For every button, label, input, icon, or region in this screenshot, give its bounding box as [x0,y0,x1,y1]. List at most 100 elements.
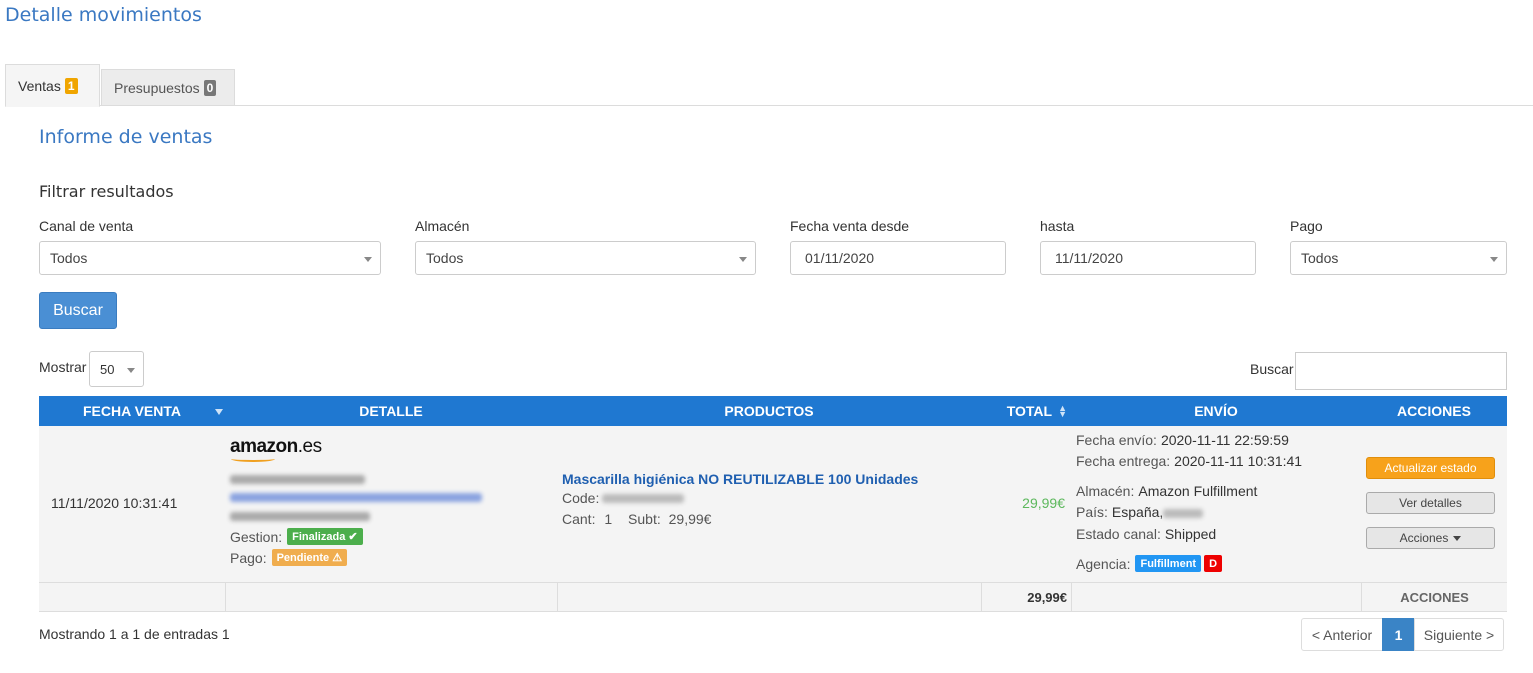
pager-current[interactable]: 1 [1382,618,1415,651]
buscar-button[interactable]: Buscar [39,292,117,329]
redacted-order-id [230,475,365,484]
tf-cell-empty [225,583,557,612]
almacen-info-value: Amazon Fulfillment [1138,483,1258,499]
fecha-entrega-line: Fecha entrega: 2020-11-11 10:31:41 [1076,453,1302,469]
mostrar-label: Mostrar [39,359,87,375]
canal-select[interactable]: Todos [39,241,381,275]
fulfillment-badge: Fulfillment [1135,555,1202,572]
agencia-line: Agencia: Fulfillment D [1076,555,1223,572]
th-productos: PRODUCTOS [557,396,981,426]
th-total[interactable]: TOTAL ▲ ▼ [981,396,1071,426]
tab-presupuestos-label: Presupuestos [114,79,200,96]
estado-canal-label: Estado canal: [1076,526,1161,542]
pago-status-label: Pago: [230,549,267,566]
chevron-down-icon [364,257,372,262]
th-detalle-label: DETALLE [359,403,423,419]
section-title: Informe de ventas [39,126,213,148]
page-title: Detalle movimientos [5,4,202,26]
tf-cell-empty [39,583,225,612]
th-fecha-venta[interactable]: FECHA VENTA [39,396,225,426]
code-label: Code: [562,490,600,506]
tab-presupuestos[interactable]: Presupuestos 0 [101,69,235,106]
tab-bar: Ventas 1 Presupuestos 0 [5,64,1533,107]
pago-select[interactable]: Todos [1290,241,1507,275]
redacted-postal-code [1163,509,1203,518]
table-search-input[interactable] [1295,352,1507,390]
pais-value: España, [1111,504,1164,520]
almacen-value: Todos [426,250,464,266]
th-envio: ENVÍO [1071,396,1361,426]
gestion-label: Gestion: [230,528,283,545]
fecha-entrega-value: 2020-11-11 10:31:41 [1174,453,1303,469]
fecha-desde-label: Fecha venta desde [790,218,910,234]
table-footer: 29,99€ ACCIONES [39,582,1507,612]
agencia-d-badge: D [1204,555,1223,572]
subt-label: Subt: [628,511,661,527]
pendiente-badge: Pendiente ⚠ [271,549,348,566]
cant-label: Cant: [562,511,596,527]
ver-detalles-button[interactable]: Ver detalles [1366,492,1495,514]
chevron-down-icon [1490,257,1498,262]
table-info: Mostrando 1 a 1 de entradas 1 [39,626,230,642]
tab-ventas-count: 1 [64,77,78,94]
product-quantity: Cant: 1 Subt: 29,99€ [562,511,711,527]
tab-ventas-label: Ventas [18,77,61,94]
th-fecha-venta-label: FECHA VENTA [83,403,181,419]
cell-total: 29,99€ [1022,495,1065,511]
tf-total-value: 29,99€ [1027,590,1067,605]
acciones-dropdown-button[interactable]: Acciones [1366,527,1495,549]
tf-acciones-label: ACCIONES [1400,590,1469,605]
table-search-label: Buscar [1250,361,1294,377]
tf-acciones: ACCIONES [1361,583,1507,612]
agencia-label: Agencia: [1076,555,1131,572]
estado-canal-value: Shipped [1164,526,1217,542]
th-detalle: DETALLE [225,396,557,426]
fecha-envio-label: Fecha envío: [1076,432,1157,448]
th-acciones-label: ACCIONES [1397,403,1471,419]
pais-line: País: España, [1076,504,1163,520]
chevron-down-icon [127,368,135,373]
sort-both-icon: ▲ ▼ [1058,403,1067,419]
redacted-customer-link[interactable] [230,493,482,502]
redacted-customer-name [230,512,370,521]
product-code: Code: [562,490,599,506]
product-link[interactable]: Mascarilla higiénica NO REUTILIZABLE 100… [562,471,918,487]
mostrar-select[interactable]: 50 [89,351,144,387]
redacted-product-code [602,494,684,503]
amazon-smile-icon [231,456,275,462]
sort-desc-icon[interactable] [215,409,223,415]
fecha-desde-value: 01/11/2020 [805,250,875,266]
pager-prev[interactable]: < Anterior [1301,618,1383,651]
pago-value: Todos [1301,250,1339,266]
almacen-select[interactable]: Todos [415,241,756,275]
estado-canal-line: Estado canal: Shipped [1076,526,1216,542]
hasta-label: hasta [1040,218,1075,234]
almacen-line: Almacén: Amazon Fulfillment [1076,483,1257,499]
actualizar-estado-button[interactable]: Actualizar estado [1366,457,1495,479]
fecha-entrega-label: Fecha entrega: [1076,453,1171,469]
th-total-label: TOTAL [1006,403,1053,419]
table-row: 11/11/2020 10:31:41 amazon.es Gestion: F… [39,426,1507,582]
almacen-label: Almacén [415,218,470,234]
table-header: FECHA VENTA DETALLE PRODUCTOS TOTAL ▲ ▼ E… [39,396,1507,426]
th-productos-label: PRODUCTOS [724,403,814,419]
mostrar-value: 50 [100,361,115,377]
tab-ventas[interactable]: Ventas 1 [5,64,100,107]
cant-value: 1 [604,511,613,527]
pais-label: País: [1076,504,1108,520]
tf-cell-empty [1071,583,1361,612]
tf-total: 29,99€ [981,583,1071,612]
amazon-logo: amazon.es [230,436,322,457]
fecha-envio-value: 2020-11-11 22:59:59 [1160,432,1289,448]
th-acciones: ACCIONES [1361,396,1507,426]
subt-value: 29,99€ [668,511,712,527]
fecha-desde-input[interactable]: 01/11/2020 [790,241,1006,275]
acciones-label: Acciones [1399,531,1449,545]
fecha-envio-line: Fecha envío: 2020-11-11 22:59:59 [1076,432,1289,448]
almacen-info-label: Almacén: [1076,483,1135,499]
tf-cell-empty [557,583,981,612]
chevron-down-icon [1453,535,1462,541]
hasta-input[interactable]: 11/11/2020 [1040,241,1256,275]
pager-next[interactable]: Siguiente > [1414,618,1504,651]
finalizada-badge: Finalizada ✔ [287,528,363,545]
